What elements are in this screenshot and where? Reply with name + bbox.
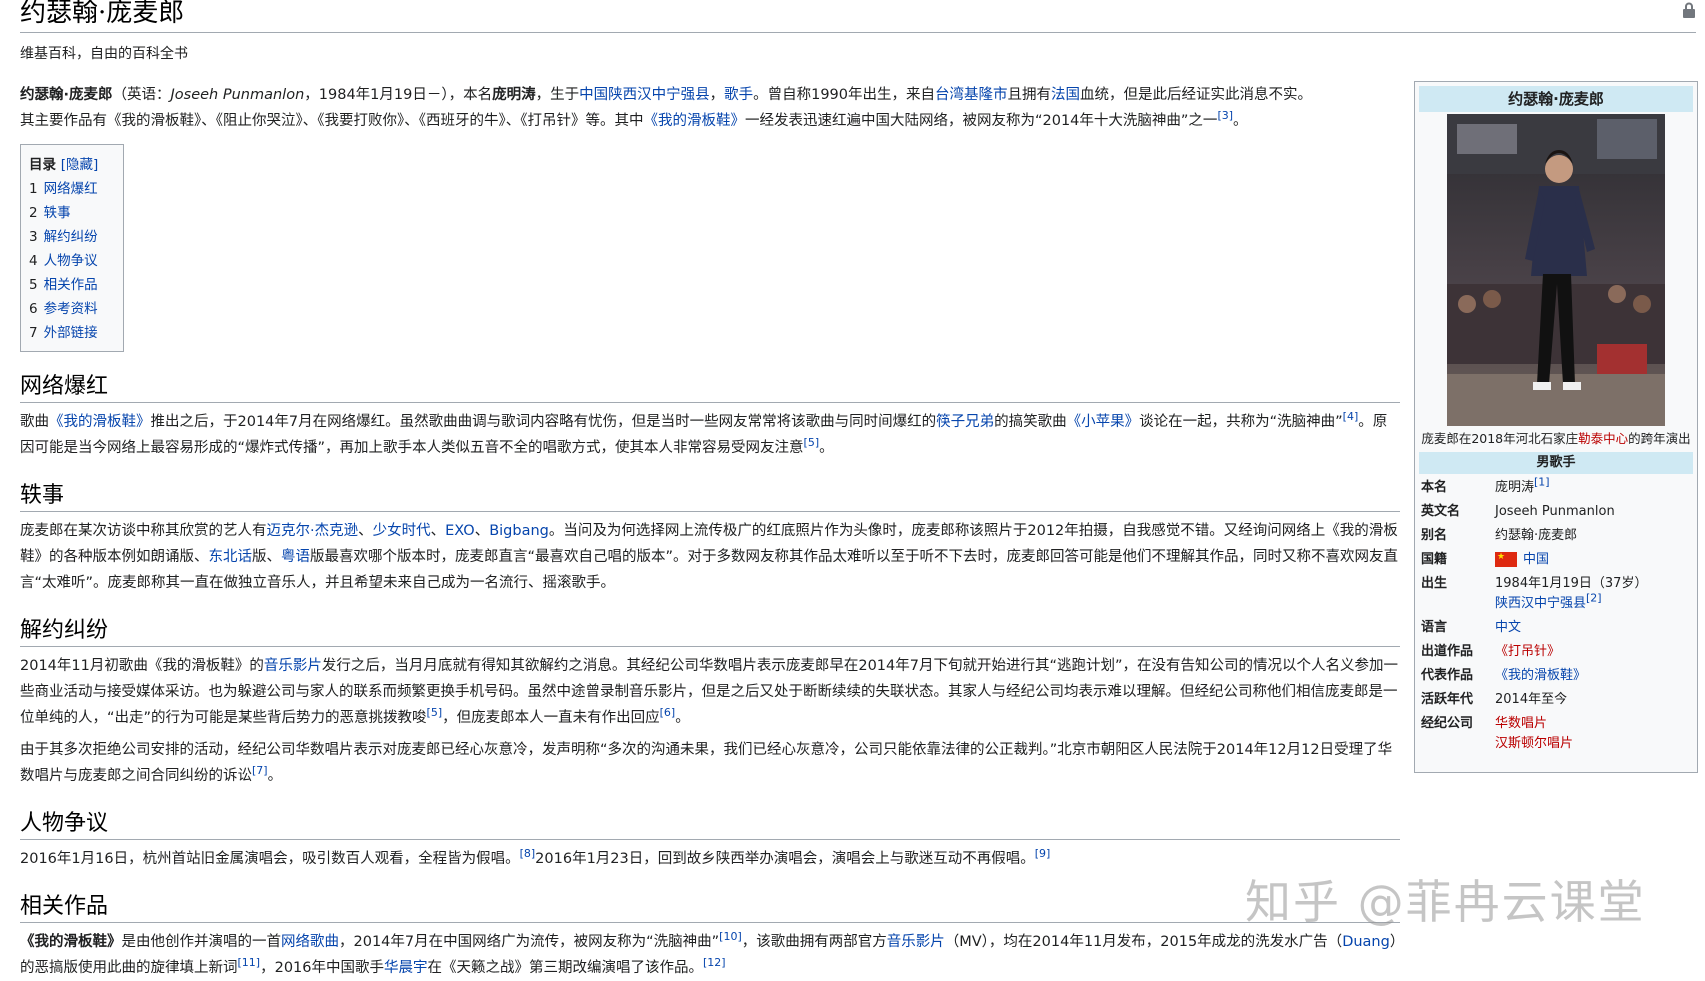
link-skate-shoes[interactable]: 《我的滑板鞋》	[49, 414, 151, 430]
infobox-photo[interactable]	[1447, 114, 1665, 426]
site-tagline: 维基百科，自由的百科全书	[20, 46, 188, 62]
link-northeast-dialect[interactable]: 东北话	[209, 549, 253, 565]
toc-hide-toggle[interactable]: [隐藏]	[61, 157, 99, 173]
ref-6[interactable]: [6]	[660, 706, 676, 719]
lock-icon[interactable]	[1682, 2, 1696, 18]
article-body: 约瑟翰·庞麦郎（英语：Joseeh Punmanlon，1984年1月19日－）…	[20, 76, 1400, 981]
toc-item[interactable]: 6 参考资料	[29, 297, 115, 321]
infobox-row-language: 语言 中文	[1421, 618, 1691, 638]
section-works-text: 《我的滑板鞋》是由他创作并演唱的一首网络歌曲，2014年7月在中国网络广为流传，…	[20, 930, 1398, 976]
intro-paragraph-1: 约瑟翰·庞麦郎（英语：Joseeh Punmanlon，1984年1月19日－）…	[20, 87, 1313, 103]
link-little-apple[interactable]: 《小苹果》	[1067, 414, 1140, 430]
link-born-place[interactable]: 陕西汉中宁强县	[1495, 596, 1586, 611]
infobox-row-works: 代表作品 《我的滑板鞋》	[1421, 666, 1691, 686]
link-chinese[interactable]: 中文	[1495, 618, 1691, 638]
infobox-row-agency: 经纪公司 华数唱片 汉斯顿尔唱片	[1421, 716, 1574, 751]
subject-name: 约瑟翰·庞麦郎	[20, 87, 113, 103]
link-keelung[interactable]: 台湾基隆市	[935, 87, 1008, 103]
infobox-row-nationality: 国籍中国	[1421, 550, 1691, 570]
link-bigbang[interactable]: Bigbang	[489, 523, 549, 539]
link-michael-jackson[interactable]: 迈克尔·杰克逊	[267, 523, 359, 539]
section-heading-anecdotes: 轶事	[20, 477, 1400, 512]
zhihu-watermark: 知乎 @菲冉云课堂	[1245, 875, 1646, 929]
ref-5[interactable]: [5]	[427, 706, 443, 719]
link-chopsticks-brothers[interactable]: 筷子兄弟	[936, 414, 994, 430]
link-hua-chenyu[interactable]: 华晨宇	[384, 960, 428, 976]
ref-7[interactable]: [7]	[252, 764, 268, 777]
link-singer[interactable]: 歌手	[724, 87, 753, 103]
link-music-video[interactable]: 音乐影片	[887, 934, 945, 950]
link-skate-shoes[interactable]: 《我的滑板鞋》	[644, 113, 746, 129]
section-heading-contract: 解约纠纷	[20, 612, 1400, 647]
infobox-row-debut: 出道作品 《打吊针》	[1421, 642, 1691, 662]
section-heading-works: 相关作品	[20, 888, 1400, 923]
english-name: Joseeh Punmanlon	[170, 87, 305, 103]
infobox-row-active: 活跃年代 2014年至今	[1421, 692, 1568, 707]
ref-8[interactable]: [8]	[520, 847, 536, 860]
link-agency-2[interactable]: 汉斯顿尔唱片	[1495, 736, 1573, 751]
link-letai-center[interactable]: 勒泰中心	[1578, 431, 1628, 446]
section-anecdotes-text: 庞麦郎在某次访谈中称其欣赏的艺人有迈克尔·杰克逊、少女时代、EXO、Bigban…	[20, 523, 1399, 591]
link-debut-work[interactable]: 《打吊针》	[1495, 642, 1691, 662]
link-agency-1[interactable]: 华数唱片	[1495, 716, 1547, 731]
section-contract-text-2: 由于其多次拒绝公司安排的活动，经纪公司华数唱片表示对庞麦郎已经心灰意冷，发声明称…	[20, 742, 1393, 784]
link-china[interactable]: 中国	[1523, 552, 1549, 567]
toc-item[interactable]: 3 解约纠纷	[29, 225, 115, 249]
real-name: 庞明涛	[492, 87, 536, 103]
ref-2[interactable]: [2]	[1586, 592, 1602, 605]
infobox-row-alias: 别名 约瑟翰·庞麦郎	[1421, 528, 1578, 543]
ref-1[interactable]: [1]	[1534, 476, 1550, 489]
infobox-title: 约瑟翰·庞麦郎	[1419, 86, 1693, 112]
ref-4[interactable]: [4]	[1343, 410, 1359, 423]
link-girls-generation[interactable]: 少女时代	[373, 523, 431, 539]
section-viral-text: 歌曲《我的滑板鞋》推出之后，于2014年7月在网络爆红。虽然歌曲曲调与歌词内容略…	[20, 410, 1388, 456]
link-duang[interactable]: Duang	[1342, 934, 1390, 950]
infobox-row-born: 出生 1984年1月19日（37岁） 陕西汉中宁强县[2]	[1421, 576, 1648, 611]
link-internet-song[interactable]: 网络歌曲	[281, 934, 339, 950]
china-flag-icon	[1495, 552, 1517, 567]
section-heading-viral: 网络爆红	[20, 368, 1400, 403]
infobox-row-english-name: 英文名 Joseeh Punmanlon	[1421, 504, 1615, 519]
link-representative-work[interactable]: 《我的滑板鞋》	[1495, 666, 1691, 686]
title-divider	[20, 32, 1696, 33]
infobox-header: 男歌手	[1419, 452, 1693, 474]
ref-10[interactable]: [10]	[719, 930, 742, 943]
table-of-contents: 目录 [隐藏] 1 网络爆红 2 轶事 3 解约纠纷 4 人物争议 5 相关作品 6 参考资…	[20, 144, 124, 352]
ref-9[interactable]: [9]	[1035, 847, 1051, 860]
section-heading-controversy: 人物争议	[20, 805, 1400, 840]
link-france[interactable]: 法国	[1051, 87, 1080, 103]
ref-12[interactable]: [12]	[703, 956, 726, 969]
infobox: 约瑟翰·庞麦郎 庞麦郎在2018年河北石家庄勒泰中心的跨年演出 男歌手 本名 庞明…	[1414, 81, 1698, 773]
link-music-video[interactable]: 音乐影片	[264, 658, 322, 674]
toc-item[interactable]: 7 外部链接	[29, 321, 115, 345]
toc-item[interactable]: 4 人物争议	[29, 249, 115, 273]
intro-paragraph-2: 其主要作品有《我的滑板鞋》、《阻止你哭泣》、《我要打败你》、《西班牙的牛》、《打…	[20, 109, 1248, 129]
ref-11[interactable]: [11]	[238, 956, 261, 969]
ref-3[interactable]: [3]	[1217, 109, 1233, 122]
ref-5[interactable]: [5]	[804, 436, 820, 449]
section-controversy-text: 2016年1月16日，杭州首站旧金属演唱会，吸引数百人观看，全程皆为假唱。[8]…	[20, 847, 1051, 867]
page-title: 约瑟翰·庞麦郎	[20, 0, 185, 28]
link-birthplace[interactable]: 中国陕西汉中宁强县	[579, 87, 710, 103]
infobox-row-real-name: 本名 庞明涛[1]	[1421, 475, 1550, 495]
toc-title: 目录	[29, 157, 56, 173]
toc-item[interactable]: 2 轶事	[29, 201, 115, 225]
section-contract-text-1: 2014年11月初歌曲《我的滑板鞋》的音乐影片发行之后，当月月底就有得知其欲解约…	[20, 658, 1399, 726]
toc-item[interactable]: 1 网络爆红	[29, 177, 115, 201]
toc-item[interactable]: 5 相关作品	[29, 273, 115, 297]
infobox-caption: 庞麦郎在2018年河北石家庄勒泰中心的跨年演出	[1421, 431, 1691, 446]
link-cantonese[interactable]: 粤语	[281, 549, 310, 565]
link-exo[interactable]: EXO	[445, 523, 475, 539]
